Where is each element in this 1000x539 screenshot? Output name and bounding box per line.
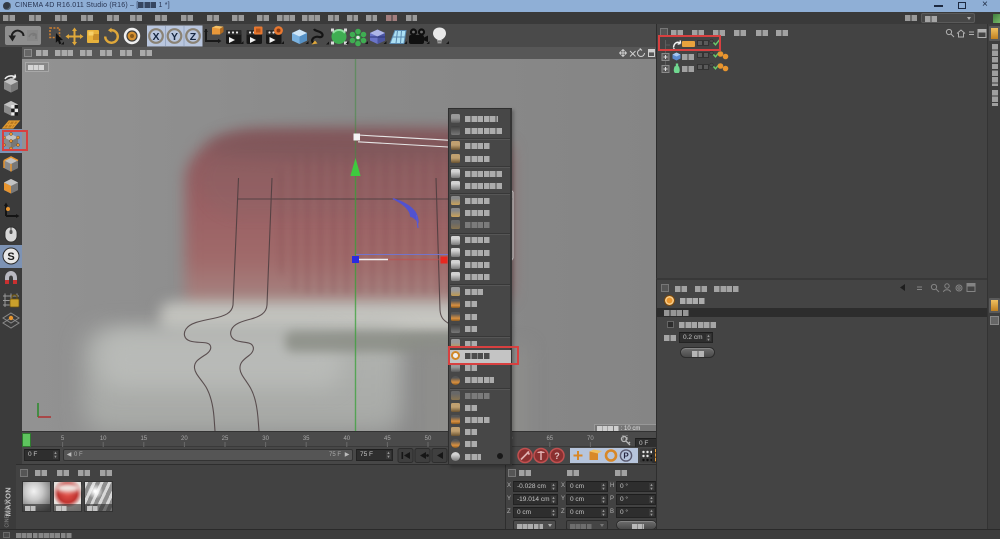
svg-text:40: 40 [343,436,350,442]
svg-text:15: 15 [140,436,147,442]
svg-text:5: 5 [61,436,65,442]
svg-text:Z: Z [190,31,197,43]
svg-text:45: 45 [384,436,391,442]
svg-text:10: 10 [100,436,107,442]
svg-text:X: X [152,31,159,43]
svg-text:50: 50 [425,436,432,442]
svg-text:20: 20 [181,436,188,442]
svg-text:30: 30 [262,436,269,442]
svg-text:25: 25 [222,436,229,442]
svg-text:35: 35 [303,436,310,442]
svg-text:P: P [623,452,629,461]
svg-text:70: 70 [587,436,594,442]
svg-text:S: S [7,251,14,263]
svg-text:?: ? [554,451,560,461]
svg-text:Y: Y [171,31,178,43]
svg-text:65: 65 [546,436,553,442]
